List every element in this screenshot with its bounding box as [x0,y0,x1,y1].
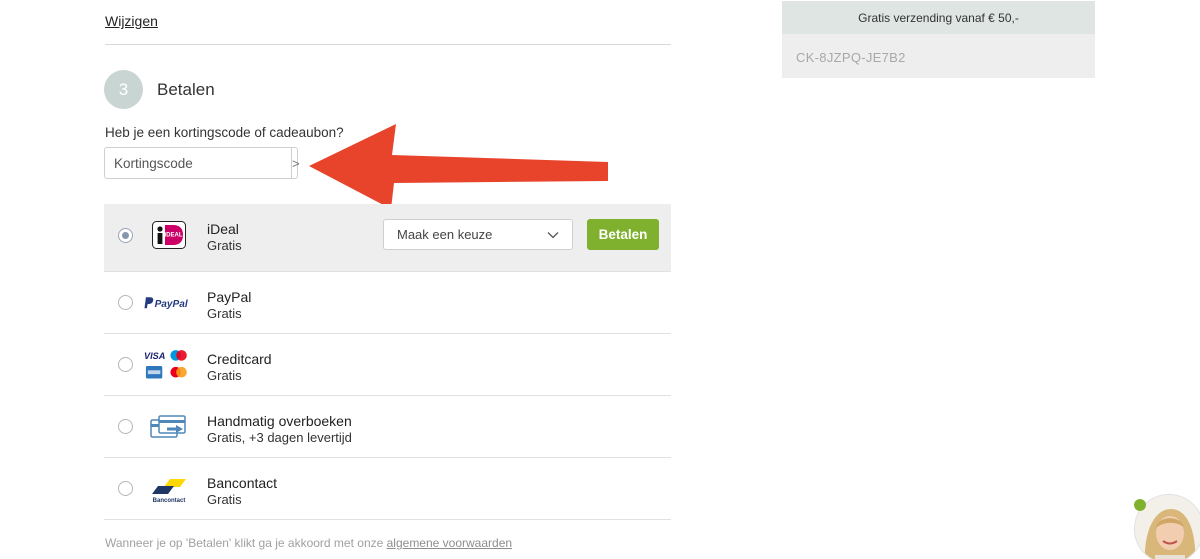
ideal-logo-icon: iDEAL [144,218,194,252]
terms-notice: Wanneer je op 'Betalen' klikt ga je akko… [105,536,512,550]
radio-bancontact[interactable] [118,481,133,496]
payment-name: Bancontact [207,475,278,491]
svg-text:iDEAL: iDEAL [165,233,183,239]
radio-bank-transfer[interactable] [118,419,133,434]
payment-option-paypal[interactable]: PayPal PayPal Gratis [104,272,671,334]
radio-paypal[interactable] [118,295,133,310]
payment-option-bancontact[interactable]: Bancontact Bancontact Gratis [104,458,671,520]
visa-logo-text: VISA [144,351,165,361]
bank-select-dropdown[interactable]: Maak een keuze [383,219,573,250]
bank-transfer-icon [144,410,194,444]
step-number-badge: 3 [104,70,143,109]
payment-cost: Gratis [207,306,242,321]
payment-cost: Gratis [207,368,242,383]
radio-selected-dot [122,232,129,239]
discount-submit-button[interactable]: > [291,148,300,178]
order-code: CK-8JZPQ-JE7B2 [796,50,906,65]
edit-link[interactable]: Wijzigen [105,13,158,29]
discount-form: > [104,147,300,179]
payment-cost: Gratis [207,238,242,253]
bancontact-logo-icon: Bancontact [144,472,194,506]
terms-link[interactable]: algemene voorwaarden [387,536,512,550]
bank-select-value: Maak een keuze [397,227,493,242]
payment-cost: Gratis [207,492,242,507]
radio-ideal[interactable] [118,228,133,243]
payment-name: Creditcard [207,351,272,367]
pay-button[interactable]: Betalen [587,219,659,250]
terms-text: Wanneer je op 'Betalen' klikt ga je akko… [105,536,387,550]
chevron-down-icon [547,232,559,239]
free-shipping-notice: Gratis verzending vanaf € 50,- [782,1,1095,34]
payment-option-ideal[interactable]: iDEAL iDeal Gratis Maak een keuze Betale… [104,204,671,272]
discount-code-input[interactable] [105,148,291,178]
step-title: Betalen [157,80,215,99]
chevron-right-icon: > [292,155,300,171]
online-status-dot [1134,499,1146,511]
paypal-logo-icon: PayPal [144,286,194,320]
payment-option-bank-transfer[interactable]: Handmatig overboeken Gratis, +3 dagen le… [104,396,671,458]
payment-option-creditcard[interactable]: VISA Creditcard Gratis [104,334,671,396]
payment-methods-list: iDEAL iDeal Gratis Maak een keuze Betale… [104,204,671,520]
paypal-logo-text: PayPal [155,299,188,310]
bancontact-logo-text: Bancontact [153,498,186,504]
payment-name: iDeal [207,221,239,237]
radio-creditcard[interactable] [118,357,133,372]
red-arrow-annotation [309,124,608,209]
payment-name: Handmatig overboeken [207,413,352,429]
payment-name: PayPal [207,289,252,305]
order-summary-panel: Gratis verzending vanaf € 50,- CK-8JZPQ-… [782,1,1095,78]
creditcard-logos-icon: VISA [144,348,194,382]
payment-cost: Gratis, +3 dagen levertijd [207,430,352,445]
divider [105,44,671,45]
